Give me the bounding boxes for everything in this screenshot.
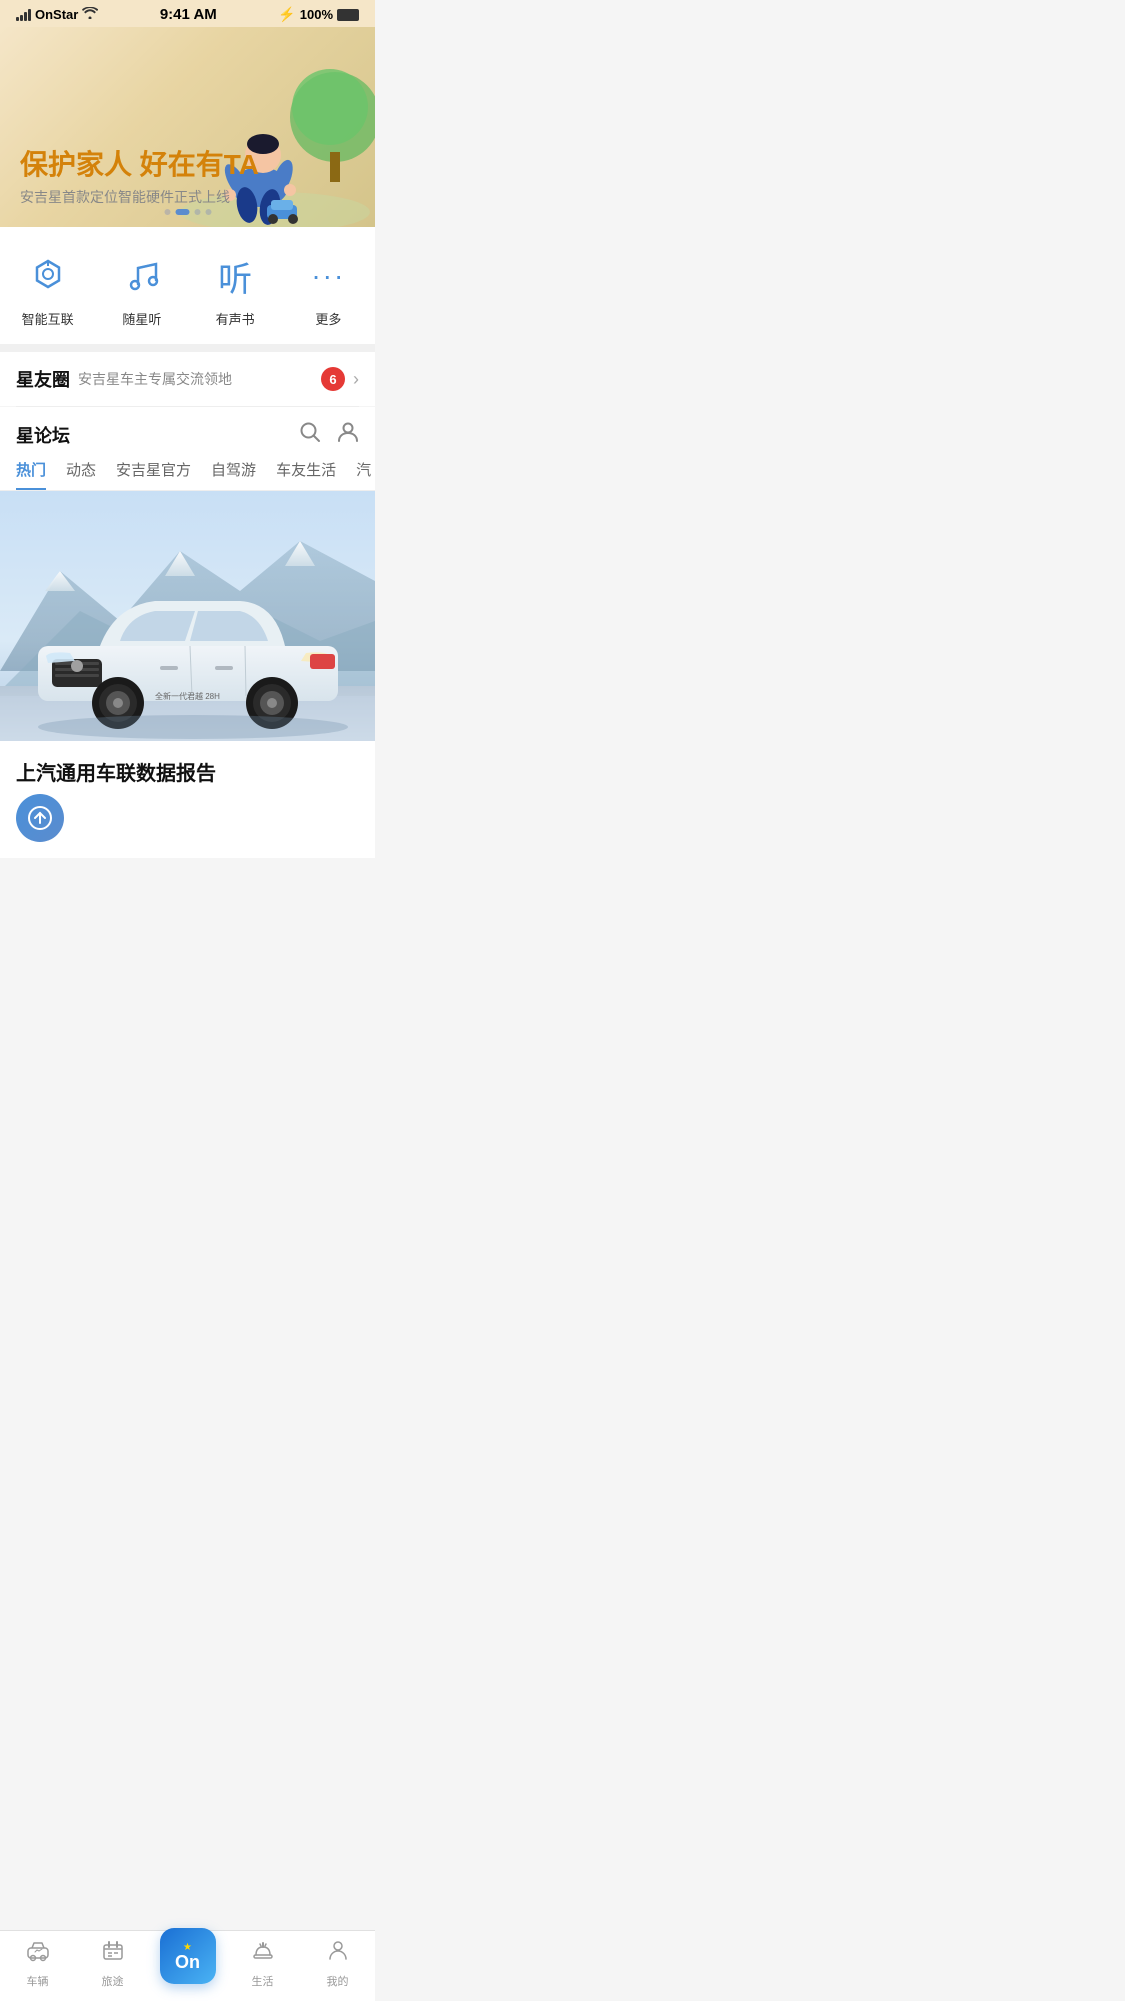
- carrier-label: OnStar: [35, 7, 78, 22]
- action-smart-label: 智能互联: [22, 309, 74, 328]
- action-audiobook-label: 有声书: [216, 309, 255, 328]
- nav-life[interactable]: 生活: [225, 1939, 300, 1989]
- banner-title: 保护家人 好在有TA: [20, 143, 259, 183]
- promotional-banner[interactable]: 保护家人 好在有TA 安吉星首款定位智能硬件正式上线: [0, 27, 375, 227]
- dot-1: [164, 209, 170, 215]
- nav-mine[interactable]: 我的: [300, 1939, 375, 1989]
- trip-icon: [101, 1939, 125, 1969]
- notification-badge: 6: [321, 367, 345, 391]
- xing-you-quan-title: 星友圈: [16, 366, 70, 392]
- home-center-button[interactable]: ★ On: [160, 1928, 216, 1984]
- tab-carlife[interactable]: 车友生活: [276, 459, 336, 490]
- action-smart-connect[interactable]: 智能互联: [22, 251, 74, 328]
- forum-header: 星论坛: [0, 407, 375, 449]
- dot-2: [175, 209, 189, 215]
- status-bar: OnStar 9:41 AM ⚡ 100%: [0, 0, 375, 27]
- action-audiobook[interactable]: 听 有声书: [210, 251, 260, 328]
- dot-3: [194, 209, 200, 215]
- section-divider-1: [0, 344, 375, 352]
- action-music[interactable]: 随星听: [117, 251, 167, 328]
- tab-roadtrip[interactable]: 自驾游: [211, 459, 256, 490]
- battery-icon: [337, 9, 359, 21]
- person-icon[interactable]: [337, 421, 359, 449]
- wifi-icon: [82, 7, 98, 22]
- report-title: 上汽通用车联数据报告: [16, 757, 359, 786]
- mountain-background: 全新一代君越 28H: [0, 491, 375, 741]
- nav-home-center[interactable]: ★ On: [150, 1944, 225, 1984]
- banner-content: 保护家人 好在有TA 安吉星首款定位智能硬件正式上线: [20, 143, 259, 207]
- more-icon: ···: [303, 251, 353, 301]
- status-time: 9:41 AM: [160, 6, 217, 23]
- tab-official[interactable]: 安吉星官方: [116, 459, 191, 490]
- banner-subtitle: 安吉星首款定位智能硬件正式上线: [20, 187, 259, 207]
- nav-trip-label: 旅途: [102, 1973, 124, 1989]
- status-left: OnStar: [16, 7, 98, 22]
- quick-actions-section: 智能互联 随星听 听 有声书 ··· 更多: [0, 227, 375, 344]
- banner-pagination: [164, 209, 211, 215]
- center-star-icon: ★: [183, 1942, 192, 1953]
- smart-connect-icon: [23, 251, 73, 301]
- action-more-label: 更多: [315, 309, 341, 328]
- action-more[interactable]: ··· 更多: [303, 251, 353, 328]
- vehicle-icon: [26, 1939, 50, 1969]
- xing-you-quan-section[interactable]: 星友圈 安吉星车主专属交流领地 6 ›: [0, 352, 375, 406]
- xing-you-quan-subtitle: 安吉星车主专属交流领地: [78, 369, 313, 389]
- tab-hot[interactable]: 热门: [16, 459, 46, 490]
- nav-vehicle-label: 车辆: [27, 1973, 49, 1989]
- car-image-section[interactable]: 全新一代君越 28H: [0, 491, 375, 741]
- action-music-label: 随星听: [122, 309, 161, 328]
- life-icon: [251, 1939, 275, 1969]
- mine-icon: [326, 1939, 350, 1969]
- nav-vehicle[interactable]: 车辆: [0, 1939, 75, 1989]
- report-icon: [16, 794, 64, 842]
- forum-action-icons: [299, 421, 359, 449]
- forum-title: 星论坛: [16, 422, 70, 448]
- tab-dynamic[interactable]: 动态: [66, 459, 96, 490]
- audiobook-icon: 听: [210, 251, 260, 301]
- dot-4: [205, 209, 211, 215]
- search-icon[interactable]: [299, 421, 321, 449]
- bottom-navigation: 车辆 旅途 ★ On: [0, 1930, 375, 2001]
- tab-more[interactable]: 汽: [356, 459, 371, 490]
- nav-mine-label: 我的: [327, 1973, 349, 1989]
- signal-icon: [16, 9, 31, 21]
- nav-life-label: 生活: [252, 1973, 274, 1989]
- status-right: ⚡ 100%: [278, 6, 359, 23]
- battery-percent: 100%: [300, 7, 333, 22]
- chevron-right-icon: ›: [353, 369, 359, 390]
- bluetooth-icon: ⚡: [278, 6, 295, 23]
- nav-trip[interactable]: 旅途: [75, 1939, 150, 1989]
- center-on-label: On: [175, 1953, 200, 1971]
- svg-text:全新一代君越 28H: 全新一代君越 28H: [155, 691, 220, 701]
- music-icon: [117, 251, 167, 301]
- report-section: 上汽通用车联数据报告: [0, 741, 375, 858]
- forum-tabs: 热门 动态 安吉星官方 自驾游 车友生活 汽: [0, 449, 375, 491]
